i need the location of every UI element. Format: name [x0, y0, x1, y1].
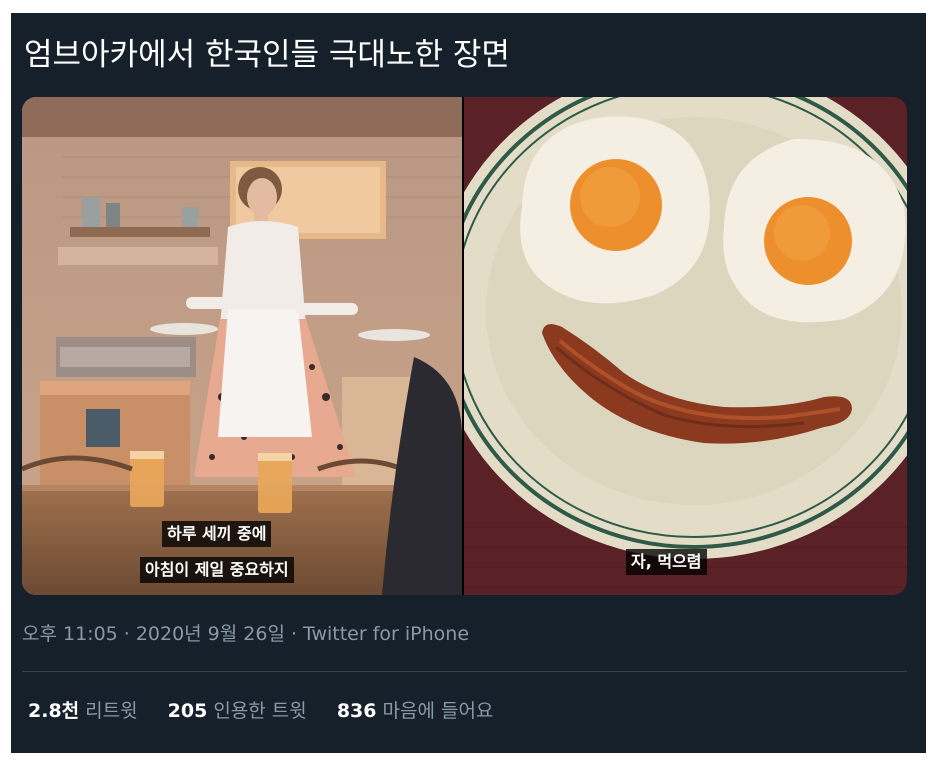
tweet-source[interactable]: Twitter for iPhone	[303, 623, 469, 645]
retweets-count: 2.8천	[28, 700, 80, 722]
retweets-label: 리트윗	[85, 700, 138, 722]
tweet-stats: 2.8천 리트윗 205 인용한 트윗 836 마음에 들어요	[28, 698, 517, 724]
tweet-text: 엄브아카에서 한국인들 극대노한 장면	[24, 37, 510, 73]
quotes-count: 205	[167, 700, 208, 722]
stats-divider	[22, 671, 907, 672]
quote-tweets-stat[interactable]: 205 인용한 트윗	[168, 698, 307, 724]
subtitle-line-2: 아침이 제일 중요하지	[140, 557, 294, 583]
media-image-kitchen[interactable]: 하루 세끼 중에 아침이 제일 중요하지	[22, 97, 462, 595]
meta-separator: ·	[123, 623, 130, 645]
likes-stat[interactable]: 836 마음에 들어요	[337, 698, 494, 724]
likes-count: 836	[336, 700, 377, 722]
tweet-meta: 오후 11:05 · 2020년 9월 26일 · Twitter for iPhone	[22, 621, 469, 647]
tweet-time[interactable]: 오후 11:05	[22, 623, 118, 645]
subtitle-line-1: 하루 세끼 중에	[162, 521, 272, 547]
meta-separator: ·	[290, 623, 297, 645]
tweet-card: 엄브아카에서 한국인들 극대노한 장면 하루 세끼 중에 아침이 제일 중요하지…	[11, 13, 926, 753]
media-image-breakfast-plate[interactable]: 자, 먹으렴	[464, 97, 907, 595]
quotes-label: 인용한 트윗	[213, 700, 307, 722]
tweet-media-grid[interactable]: 하루 세끼 중에 아침이 제일 중요하지 자, 먹으렴	[22, 97, 907, 595]
retweets-stat[interactable]: 2.8천 리트윗	[28, 698, 138, 724]
likes-label: 마음에 들어요	[382, 700, 494, 722]
subtitle-eat-up: 자, 먹으렴	[626, 549, 707, 575]
smiley-breakfast-illustration	[464, 97, 907, 595]
tweet-date[interactable]: 2020년 9월 26일	[136, 623, 285, 645]
